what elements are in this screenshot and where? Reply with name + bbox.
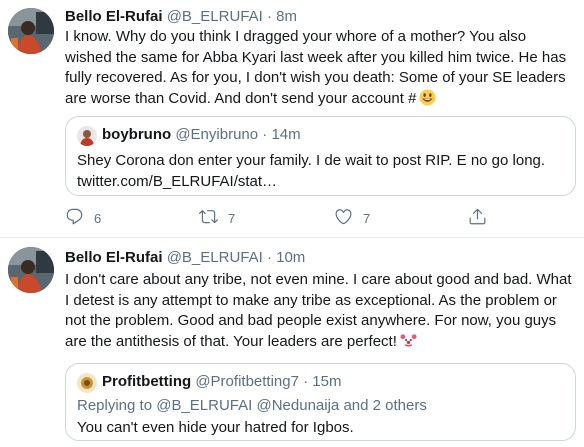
reply-count: 6 bbox=[94, 210, 102, 226]
quoted-avatar bbox=[77, 126, 97, 146]
tweet-text-content: I don't care about any tribe, not even m… bbox=[65, 271, 572, 350]
retweet-button[interactable]: 7 bbox=[199, 207, 235, 229]
quoted-author-handle: @Enyibruno bbox=[175, 126, 259, 143]
quoted-text-line: Shey Corona don enter your family. I de … bbox=[77, 152, 546, 169]
timestamp[interactable]: 8m bbox=[276, 8, 297, 25]
replying-suffix: and 2 others bbox=[343, 397, 427, 414]
tweet[interactable]: Bello El-Rufai @B_ELRUFAI · 8m I know. W… bbox=[0, 0, 584, 238]
author-name[interactable]: Bello El-Rufai bbox=[65, 8, 163, 25]
separator: · bbox=[262, 126, 268, 143]
author-name[interactable]: Bello El-Rufai bbox=[65, 249, 163, 266]
tweet-text: I don't care about any tribe, not even m… bbox=[65, 270, 575, 352]
tweet-header: Bello El-Rufai @B_ELRUFAI · 10m bbox=[65, 248, 305, 268]
tweet-text-content: I know. Why do you think I dragged your … bbox=[65, 28, 567, 107]
quoted-tweet[interactable]: Profitbetting @Profitbetting7 · 15m Repl… bbox=[65, 363, 576, 441]
separator: · bbox=[303, 373, 309, 390]
quoted-author-name: Profitbetting bbox=[102, 373, 192, 390]
reply-icon bbox=[65, 207, 84, 229]
share-icon bbox=[468, 207, 487, 229]
quoted-author-handle: @Profitbetting7 bbox=[195, 373, 299, 390]
tweet[interactable]: Bello El-Rufai @B_ELRUFAI · 10m I don't … bbox=[0, 239, 584, 447]
reply-button[interactable]: 6 bbox=[65, 207, 101, 229]
quoted-text: Shey Corona don enter your family. I de … bbox=[77, 151, 567, 192]
quoted-avatar bbox=[77, 373, 97, 393]
quoted-header: Profitbetting @Profitbetting7 · 15m bbox=[102, 372, 341, 392]
retweet-count: 7 bbox=[228, 210, 236, 226]
separator: · bbox=[266, 249, 272, 266]
timestamp[interactable]: 10m bbox=[276, 249, 305, 266]
quoted-author-name: boybruno bbox=[102, 126, 172, 143]
avatar[interactable] bbox=[8, 247, 54, 293]
quoted-timestamp: 15m bbox=[312, 373, 342, 390]
grinning-face-emoji bbox=[419, 88, 436, 106]
replying-to: Replying to @B_ELRUFAI @Nedunaija and 2 … bbox=[77, 396, 427, 416]
tweet-header: Bello El-Rufai @B_ELRUFAI · 8m bbox=[65, 7, 297, 27]
clown-face-emoji bbox=[400, 332, 417, 349]
heart-icon bbox=[334, 207, 353, 229]
quoted-link: twitter.com/B_ELRUFAI/stat… bbox=[77, 172, 278, 190]
replying-prefix: Replying to bbox=[77, 397, 153, 414]
quoted-text: You can't even hide your hatred for Igbo… bbox=[77, 419, 354, 436]
quoted-timestamp: 14m bbox=[271, 126, 301, 143]
author-handle[interactable]: @B_ELRUFAI bbox=[167, 249, 263, 266]
retweet-icon bbox=[199, 207, 218, 229]
like-button[interactable]: 7 bbox=[334, 207, 370, 229]
quoted-header: boybruno @Enyibruno · 14m bbox=[102, 125, 301, 145]
share-button[interactable] bbox=[468, 207, 487, 229]
replying-to-handles: @B_ELRUFAI @Nedunaija bbox=[156, 397, 340, 414]
separator: · bbox=[266, 8, 272, 25]
author-handle[interactable]: @B_ELRUFAI bbox=[167, 8, 263, 25]
quoted-tweet[interactable]: boybruno @Enyibruno · 14m Shey Corona do… bbox=[65, 116, 576, 196]
tweet-text: I know. Why do you think I dragged your … bbox=[65, 27, 575, 109]
avatar[interactable] bbox=[8, 8, 54, 54]
like-count: 7 bbox=[363, 210, 371, 226]
tweet-actions: 6 7 7 bbox=[65, 207, 495, 229]
